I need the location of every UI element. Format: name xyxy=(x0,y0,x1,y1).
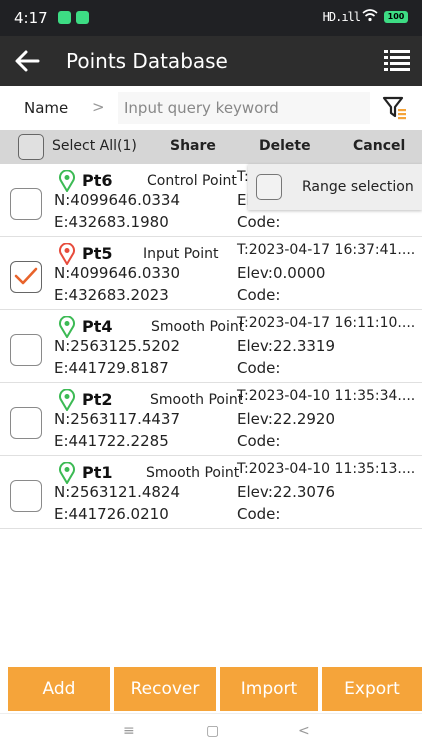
import-button[interactable]: Import xyxy=(220,667,318,711)
point-easting: E:441722.2285 xyxy=(54,432,169,450)
point-easting: E:441726.0210 xyxy=(54,505,169,523)
point-elevation: Elev:0.0000 xyxy=(237,264,326,282)
list-menu-icon[interactable] xyxy=(382,44,412,78)
search-row: Name > xyxy=(0,86,422,130)
point-row[interactable]: Pt2 Smooth Point N:2563117.4437 E:441722.22… xyxy=(0,383,422,456)
add-button[interactable]: Add xyxy=(8,667,110,711)
point-name: Pt2 xyxy=(82,390,113,409)
point-time: T:2023-04-10 11:35:34.... xyxy=(237,388,416,404)
home-nav-icon[interactable]: ▢ xyxy=(206,723,219,739)
point-pin-icon xyxy=(58,242,76,266)
row-checkbox[interactable] xyxy=(10,407,42,439)
point-name: Pt5 xyxy=(82,244,113,263)
notification-icon xyxy=(58,11,71,24)
point-row[interactable]: Pt4 Smooth Point N:2563125.5202 E:441729.81… xyxy=(0,310,422,383)
point-name: Pt6 xyxy=(82,171,113,190)
point-type: Smooth Point xyxy=(151,319,245,335)
point-type: Smooth Point xyxy=(150,392,244,408)
row-checkbox[interactable] xyxy=(10,188,42,220)
search-field-selector[interactable]: Name xyxy=(24,99,68,117)
share-button[interactable]: Share xyxy=(170,138,216,154)
range-selection-label: Range selection xyxy=(302,179,414,195)
point-code: Code: xyxy=(237,213,281,231)
status-bar: 4:17 HD.ıll 100 xyxy=(0,0,422,36)
point-row[interactable]: Pt5 Input Point N:4099646.0330 E:432683.202… xyxy=(0,237,422,310)
status-time: 4:17 xyxy=(14,9,48,27)
search-input[interactable] xyxy=(118,92,370,124)
range-selection-checkbox[interactable] xyxy=(256,174,282,200)
page-title: Points Database xyxy=(66,49,228,73)
point-northing: N:4099646.0334 xyxy=(54,191,181,209)
point-code: Code: xyxy=(237,432,281,450)
app-bar: Points Database xyxy=(0,36,422,86)
back-arrow-icon[interactable] xyxy=(10,44,44,78)
point-pin-icon xyxy=(58,315,76,339)
chevron-right-icon: > xyxy=(92,98,105,116)
select-all-label[interactable]: Select All(1) xyxy=(52,138,137,154)
point-northing: N:2563125.5202 xyxy=(54,337,181,355)
point-time: T:2023-04-17 16:11:10.... xyxy=(237,315,416,331)
point-northing: N:4099646.0330 xyxy=(54,264,181,282)
back-nav-icon[interactable]: < xyxy=(298,723,310,739)
point-elevation: Elev:22.2920 xyxy=(237,410,336,428)
action-bar: Add Recover Import Export xyxy=(0,667,422,711)
point-easting: E:432683.2023 xyxy=(54,286,169,304)
recover-button[interactable]: Recover xyxy=(114,667,216,711)
row-checkbox[interactable] xyxy=(10,261,42,293)
select-all-checkbox[interactable] xyxy=(18,134,44,160)
point-easting: E:432683.1980 xyxy=(54,213,169,231)
signal-icon: HD.ıll xyxy=(322,10,361,24)
selection-toolbar: Select All(1) Share Delete Cancel xyxy=(0,130,422,164)
point-row[interactable]: Pt1 Smooth Point N:2563121.4824 E:441726.02… xyxy=(0,456,422,529)
cancel-button[interactable]: Cancel xyxy=(353,138,405,154)
point-code: Code: xyxy=(237,359,281,377)
wifi-icon xyxy=(362,8,378,26)
point-type: Smooth Point xyxy=(146,465,240,481)
point-name: Pt1 xyxy=(82,463,113,482)
point-elevation: Elev:22.3076 xyxy=(237,483,336,501)
point-time: T:2023-04-17 16:37:41.... xyxy=(237,242,416,258)
point-time: T: xyxy=(237,169,249,185)
system-nav-bar: ≡ ▢ < xyxy=(0,713,422,750)
delete-button[interactable]: Delete xyxy=(259,138,311,154)
point-elevation: Elev:22.3319 xyxy=(237,337,336,355)
filter-icon[interactable] xyxy=(382,96,408,120)
export-button[interactable]: Export xyxy=(322,667,422,711)
row-checkbox[interactable] xyxy=(10,480,42,512)
point-pin-icon xyxy=(58,388,76,412)
point-northing: N:2563117.4437 xyxy=(54,410,181,428)
point-type: Input Point xyxy=(143,246,219,262)
point-type: Control Point xyxy=(147,173,237,189)
point-pin-icon xyxy=(58,461,76,485)
point-pin-icon xyxy=(58,169,76,193)
recents-nav-icon[interactable]: ≡ xyxy=(123,723,135,739)
battery-icon: 100 xyxy=(384,11,408,23)
point-code: Code: xyxy=(237,286,281,304)
range-selection-option[interactable]: Range selection xyxy=(248,164,422,210)
point-easting: E:441729.8187 xyxy=(54,359,169,377)
point-northing: N:2563121.4824 xyxy=(54,483,181,501)
point-code: Code: xyxy=(237,505,281,523)
point-time: T:2023-04-10 11:35:13.... xyxy=(237,461,416,477)
row-checkbox[interactable] xyxy=(10,334,42,366)
notification-icon xyxy=(76,11,89,24)
point-name: Pt4 xyxy=(82,317,113,336)
